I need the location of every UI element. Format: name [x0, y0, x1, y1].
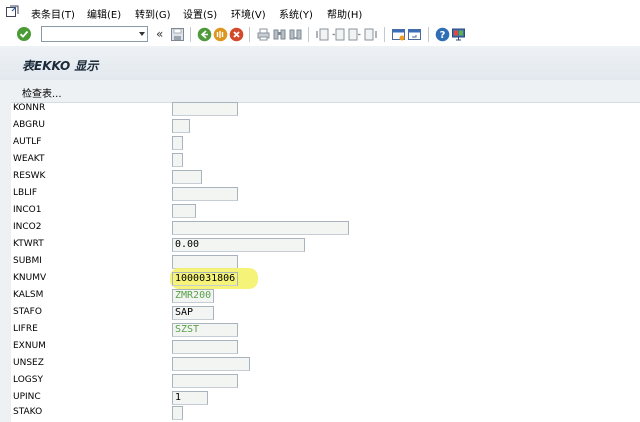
standard-toolbar: « ? — [0, 24, 640, 47]
field-value-input[interactable]: 1 — [172, 391, 208, 405]
prev-page-icon[interactable] — [331, 27, 346, 42]
field-label: KNUMV — [13, 273, 47, 283]
svg-text:?: ? — [440, 30, 446, 41]
field-label: STAKO — [13, 407, 43, 417]
field-value-input[interactable] — [172, 255, 238, 269]
field-row-inco2: INCO2 — [13, 220, 640, 237]
toolbar-separator — [308, 27, 309, 42]
field-value-input[interactable] — [172, 136, 183, 150]
field-label: UPINC — [13, 392, 41, 402]
field-row-stafo: STAFO SAP — [13, 305, 640, 322]
field-label: INCO1 — [13, 205, 42, 215]
field-value-input[interactable] — [172, 221, 349, 235]
find-next-icon[interactable] — [288, 27, 303, 42]
menu-bar: 表条目(T) 编辑(E) 转到(G) 设置(S) 环境(V) 系统(Y) 帮助(… — [0, 0, 640, 25]
field-value-input[interactable] — [172, 153, 183, 167]
page-title: 表EKKO 显示 — [22, 59, 99, 73]
field-value-input[interactable] — [172, 374, 238, 388]
field-value-input[interactable] — [172, 170, 202, 184]
menu-edit[interactable]: 编辑(E) — [87, 6, 121, 21]
field-value-input[interactable] — [172, 187, 238, 201]
field-value-input[interactable] — [172, 204, 196, 218]
field-label: LOGSY — [13, 375, 43, 385]
field-label: WEAKT — [13, 154, 45, 164]
toolbar-separator — [249, 27, 250, 42]
menu-goto[interactable]: 转到(G) — [135, 6, 171, 21]
last-page-icon[interactable] — [363, 27, 378, 42]
field-label: UNSEZ — [13, 358, 44, 368]
field-row-weakt: WEAKT — [13, 152, 640, 169]
field-label: KONNR — [13, 103, 46, 113]
field-value-input[interactable]: 0.00 — [172, 238, 305, 252]
print-icon[interactable] — [256, 27, 271, 42]
field-value-input[interactable]: SAP — [172, 306, 214, 320]
field-label: INCO2 — [13, 222, 42, 232]
field-label: KTWRT — [13, 239, 44, 249]
command-field[interactable] — [41, 26, 148, 42]
field-value-link[interactable]: SZST — [172, 323, 238, 337]
window-menu-icon[interactable] — [6, 5, 19, 18]
toolbar-separator — [190, 27, 191, 42]
field-value-input[interactable] — [172, 340, 238, 354]
field-row-autlf: AUTLF — [13, 135, 640, 152]
field-label: LBLIF — [13, 188, 38, 198]
help-icon[interactable]: ? — [435, 27, 450, 42]
field-label: STAFO — [13, 307, 42, 317]
toolbar-separator — [428, 27, 429, 42]
field-row-unsez: UNSEZ — [13, 356, 640, 373]
field-value-input[interactable] — [172, 102, 238, 116]
ok-icon[interactable] — [17, 27, 31, 41]
field-label: ABGRU — [13, 120, 45, 130]
field-value-input[interactable] — [172, 357, 250, 371]
field-label: EXNUM — [13, 341, 46, 351]
field-row-lifre: LIFRE SZST — [13, 322, 640, 339]
back-icon[interactable] — [197, 27, 212, 42]
field-row-kalsm: KALSM ZMR200 — [13, 288, 640, 305]
menu-system[interactable]: 系统(Y) — [279, 6, 313, 21]
chevron-down-icon[interactable] — [139, 32, 145, 36]
menu-help[interactable]: 帮助(H) — [327, 6, 362, 21]
field-row-konnr: KONNR — [13, 101, 640, 118]
save-icon[interactable] — [170, 27, 185, 42]
toolbar-separator — [384, 27, 385, 42]
field-label: SUBMI — [13, 256, 42, 266]
application-toolbar: 检查表... — [0, 80, 640, 103]
field-label: KALSM — [13, 290, 44, 300]
menu-table-entry[interactable]: 表条目(T) — [31, 6, 75, 21]
field-value-input[interactable] — [172, 406, 183, 420]
field-row-ktwrt: KTWRT 0.00 — [13, 237, 640, 254]
field-row-logsy: LOGSY — [13, 373, 640, 390]
check-table-button[interactable]: 检查表... — [22, 85, 62, 100]
title-bar: 表EKKO 显示 — [0, 46, 640, 81]
field-value-input[interactable]: 1000031806 — [172, 272, 238, 286]
first-page-icon[interactable] — [315, 27, 330, 42]
find-icon[interactable] — [272, 27, 287, 42]
field-label: AUTLF — [13, 137, 42, 147]
next-page-icon[interactable] — [347, 27, 362, 42]
shortcut-icon[interactable] — [407, 27, 422, 42]
field-value-link[interactable]: ZMR200 — [172, 289, 214, 303]
menu-settings[interactable]: 设置(S) — [183, 6, 217, 21]
field-label: RESWK — [13, 171, 46, 181]
exit-icon[interactable] — [213, 27, 228, 42]
left-margin — [0, 102, 11, 422]
create-session-icon[interactable] — [391, 27, 406, 42]
field-row-abgru: ABGRU — [13, 118, 640, 135]
field-value-input[interactable] — [172, 119, 190, 133]
field-row-lblif: LBLIF — [13, 186, 640, 203]
field-row-submi: SUBMI — [13, 254, 640, 271]
field-row-inco1: INCO1 — [13, 203, 640, 220]
field-row-stako: STAKO — [13, 405, 640, 422]
field-row-knumv: KNUMV 1000031806 — [13, 268, 640, 289]
field-row-exnum: EXNUM — [13, 339, 640, 356]
field-label: LIFRE — [13, 324, 38, 334]
menu-environment[interactable]: 环境(V) — [231, 6, 266, 21]
customize-layout-icon[interactable] — [451, 27, 466, 42]
collapse-icon[interactable]: « — [156, 27, 163, 41]
field-row-reswk: RESWK — [13, 169, 640, 186]
cancel-icon[interactable] — [229, 27, 244, 42]
